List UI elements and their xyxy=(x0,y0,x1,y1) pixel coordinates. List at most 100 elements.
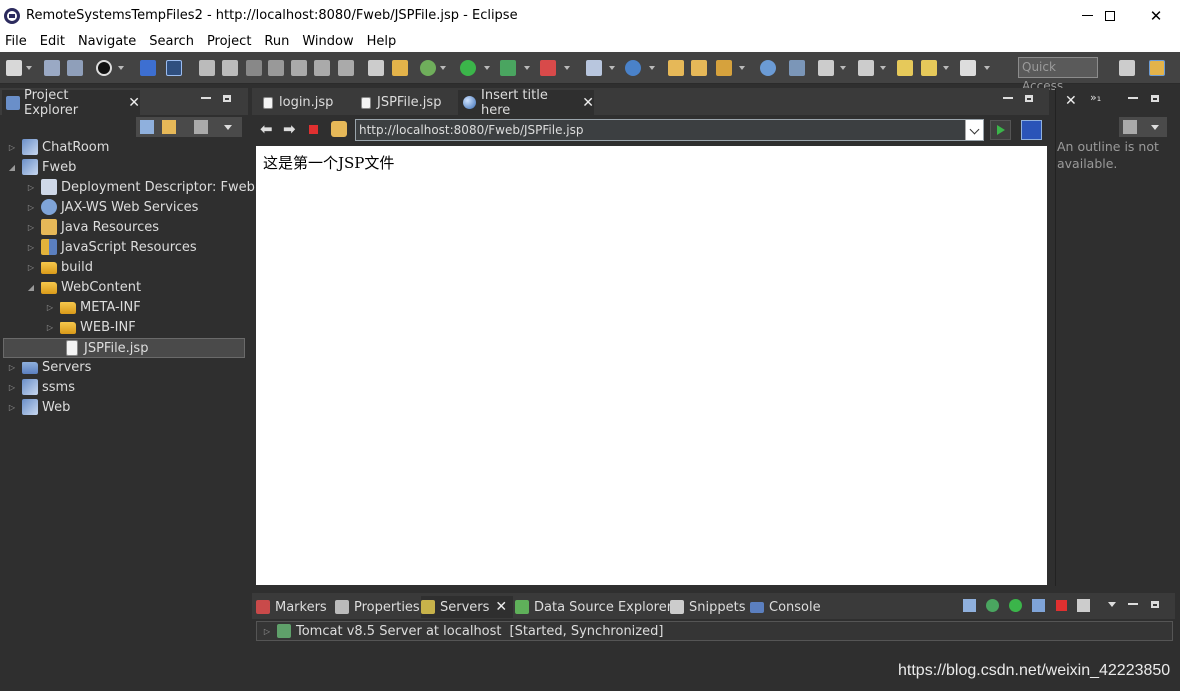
expand-icon[interactable]: ▷ xyxy=(6,141,18,153)
search-icon[interactable] xyxy=(789,60,805,76)
save-all-icon[interactable] xyxy=(67,60,83,76)
menu-edit[interactable]: Edit xyxy=(35,34,70,49)
tab-snippets[interactable]: Snippets xyxy=(670,596,745,618)
tab-jspfile-jsp[interactable]: JSPFile.jsp xyxy=(356,90,456,115)
open-task-icon[interactable] xyxy=(368,60,384,76)
tree-item-javascript-resources[interactable]: ▷ JavaScript Resources xyxy=(25,237,197,257)
run-on-server-icon[interactable] xyxy=(392,60,408,76)
tab-servers[interactable]: Servers ✕ xyxy=(421,596,514,618)
open-type-icon[interactable] xyxy=(668,60,684,76)
server-row[interactable]: ▷ Tomcat v8.5 Server at localhost [Start… xyxy=(256,621,1173,641)
maximize-editor-icon[interactable] xyxy=(1025,95,1033,102)
expand-icon[interactable]: ▷ xyxy=(6,401,18,413)
tree-item-java-resources[interactable]: ▷ Java Resources xyxy=(25,217,159,237)
external-tools-icon[interactable] xyxy=(540,60,556,76)
next-annotation-icon[interactable] xyxy=(818,60,834,76)
forward-icon[interactable] xyxy=(960,60,976,76)
expand-icon[interactable]: ▷ xyxy=(25,181,37,193)
step-into-icon[interactable] xyxy=(291,60,307,76)
tab-data-source-explorer[interactable]: Data Source Explorer xyxy=(515,596,672,618)
menu-project[interactable]: Project xyxy=(202,34,256,49)
tree-item-fweb[interactable]: ◢ Fweb xyxy=(6,157,76,177)
link-editor-icon[interactable] xyxy=(162,120,176,134)
javaee-perspective-icon[interactable] xyxy=(1149,60,1165,76)
toggle-mark-icon[interactable] xyxy=(140,60,156,76)
menu-window[interactable]: Window xyxy=(297,34,358,49)
tree-item-webcontent[interactable]: ◢ WebContent xyxy=(25,277,141,297)
debug-icon[interactable] xyxy=(420,60,436,76)
new-server-icon[interactable] xyxy=(586,60,602,76)
tree-item-web[interactable]: ▷ Web xyxy=(6,397,70,417)
profile-icon[interactable] xyxy=(96,60,112,76)
expand-icon[interactable]: ▷ xyxy=(6,361,18,373)
tree-item-chatroom[interactable]: ▷ ChatRoom xyxy=(6,137,109,157)
view-menu-icon[interactable] xyxy=(1151,125,1159,130)
tab-insert-title-here[interactable]: Insert title here ✕ xyxy=(458,88,594,118)
back-icon[interactable] xyxy=(921,60,937,76)
step-over-icon[interactable] xyxy=(314,60,330,76)
minimize-editor-icon[interactable] xyxy=(1003,97,1013,99)
resume-icon[interactable] xyxy=(199,60,215,76)
view-menu-icon[interactable] xyxy=(1108,602,1116,607)
tree-item-build[interactable]: ▷ build xyxy=(25,257,93,277)
step-return-icon[interactable] xyxy=(338,60,354,76)
more-views-icon[interactable]: »₁ xyxy=(1090,91,1101,104)
url-input[interactable]: http://localhost:8080/Fweb/JSPFile.jsp xyxy=(355,119,984,141)
expand-icon[interactable]: ▷ xyxy=(25,241,37,253)
task-icon[interactable] xyxy=(716,60,732,76)
tree-item-meta-inf[interactable]: ▷ META-INF xyxy=(44,297,141,317)
tab-login-jsp[interactable]: login.jsp xyxy=(258,90,356,115)
coverage-icon[interactable] xyxy=(500,60,516,76)
prev-annotation-icon[interactable] xyxy=(858,60,874,76)
browser-back-icon[interactable]: ⬅ xyxy=(260,121,276,137)
expand-icon[interactable]: ▷ xyxy=(44,301,56,313)
minimize-outline-icon[interactable] xyxy=(1128,97,1138,99)
profile-server-icon[interactable] xyxy=(1032,599,1045,612)
menu-search[interactable]: Search xyxy=(144,34,199,49)
open-external-browser-icon[interactable] xyxy=(1021,120,1042,140)
start-server-icon[interactable] xyxy=(1009,599,1022,612)
stop-server-icon[interactable] xyxy=(1056,600,1067,611)
run-icon[interactable] xyxy=(460,60,476,76)
minimize-panel-icon[interactable] xyxy=(201,97,211,99)
browser-forward-icon[interactable]: ➡ xyxy=(283,121,299,137)
focus-icon[interactable] xyxy=(194,120,208,134)
expand-icon[interactable]: ▷ xyxy=(25,261,37,273)
maximize-panel-icon[interactable] xyxy=(223,95,231,102)
tab-console[interactable]: Console xyxy=(750,596,821,618)
open-perspective-icon[interactable] xyxy=(1119,60,1135,76)
expand-icon[interactable]: ▷ xyxy=(6,381,18,393)
maximize-outline-icon[interactable] xyxy=(1151,95,1159,102)
new-icon[interactable] xyxy=(6,60,22,76)
terminate-icon[interactable] xyxy=(246,60,262,76)
close-icon[interactable]: ✕ xyxy=(582,95,594,111)
close-icon[interactable]: ✕ xyxy=(1065,93,1077,109)
menu-navigate[interactable]: Navigate xyxy=(73,34,141,49)
close-icon[interactable]: ✕ xyxy=(495,599,507,615)
expand-icon[interactable]: ▷ xyxy=(261,625,273,637)
close-button[interactable]: ✕ xyxy=(1133,0,1179,31)
save-icon[interactable] xyxy=(44,60,60,76)
collapse-icon[interactable]: ◢ xyxy=(25,281,37,293)
browser-stop-icon[interactable] xyxy=(309,125,318,134)
url-dropdown-button[interactable] xyxy=(965,120,983,140)
tab-markers[interactable]: Markers xyxy=(256,596,327,618)
suspend-icon[interactable] xyxy=(222,60,238,76)
last-edit-icon[interactable] xyxy=(897,60,913,76)
collapse-icon[interactable]: ◢ xyxy=(6,161,18,173)
tab-project-explorer[interactable]: Project Explorer ✕ xyxy=(2,88,140,118)
tree-item-web-inf[interactable]: ▷ WEB-INF xyxy=(44,317,136,337)
maximize-bottom-icon[interactable] xyxy=(1151,601,1159,608)
browser-refresh-icon[interactable] xyxy=(331,121,347,137)
menu-run[interactable]: Run xyxy=(259,34,294,49)
expand-icon[interactable]: ▷ xyxy=(25,201,37,213)
tab-properties[interactable]: Properties xyxy=(335,596,420,618)
collapse-all-icon[interactable] xyxy=(963,599,976,612)
skip-breakpoints-icon[interactable] xyxy=(166,60,182,76)
focus-icon[interactable] xyxy=(1123,120,1137,134)
go-button[interactable] xyxy=(990,120,1011,140)
menu-help[interactable]: Help xyxy=(362,34,402,49)
tree-item-jspfile[interactable]: JSPFile.jsp xyxy=(3,338,245,358)
maximize-button[interactable] xyxy=(1087,0,1133,31)
tree-item-deployment-descriptor[interactable]: ▷ Deployment Descriptor: Fweb xyxy=(25,177,255,197)
